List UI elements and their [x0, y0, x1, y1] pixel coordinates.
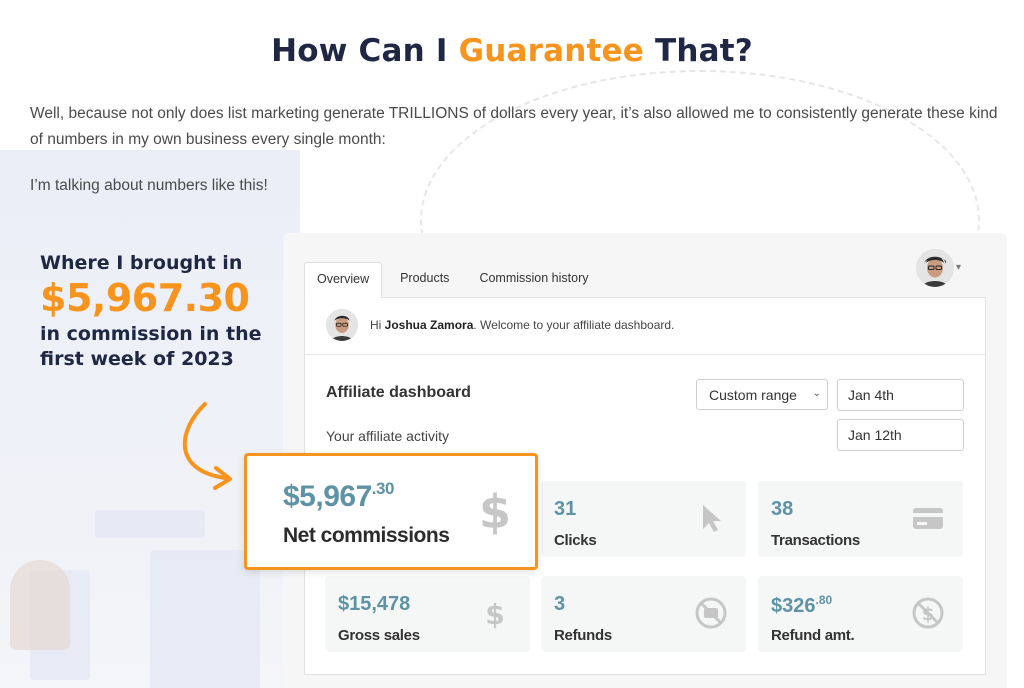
svg-text:$: $: [485, 598, 504, 630]
user-avatar[interactable]: [916, 249, 954, 287]
numbers-paragraph: I’m talking about numbers like this!: [30, 177, 268, 194]
refund-icon: [695, 597, 727, 629]
stat-label: Clicks: [554, 532, 597, 549]
stat-tile-transactions: 38 Transactions: [758, 481, 963, 557]
tab-products[interactable]: Products: [388, 262, 461, 298]
cursor-icon: [703, 505, 721, 532]
dashboard-tabs: Overview Products Commission history: [304, 262, 607, 298]
dashboard-title: Affiliate dashboard: [326, 384, 471, 401]
stat-tile-refund-amount: $326.80 Refund amt. $: [758, 576, 963, 652]
credit-card-icon: [913, 508, 943, 529]
tab-overview[interactable]: Overview: [304, 262, 383, 298]
net-commissions-card: $5,967.30 Net commissions $: [244, 453, 538, 570]
stat-value: $15,478: [338, 593, 411, 615]
stat-label: Gross sales: [338, 627, 420, 644]
stat-label: Refunds: [554, 627, 612, 644]
stat-value: 3: [554, 593, 566, 615]
user-name: Joshua Zamora: [384, 318, 474, 332]
page-headline: How Can I Guarantee That?: [271, 33, 753, 69]
stat-tile-gross-sales: $15,478 Gross sales $: [325, 576, 530, 652]
intro-paragraph: Well, because not only does list marketi…: [30, 105, 998, 148]
promo-lead: Where I brought in: [40, 252, 243, 274]
welcome-message: Hi Joshua Zamora. Welcome to your affili…: [370, 318, 675, 332]
curved-arrow-icon: [182, 402, 232, 490]
no-dollar-icon: $: [912, 597, 944, 629]
stat-label: Transactions: [771, 532, 860, 549]
promo-amount: $5,967.30: [40, 276, 250, 320]
dollar-icon: $: [479, 486, 511, 538]
chevron-down-icon: ⌄: [812, 388, 821, 399]
stat-value: $326.80: [771, 593, 833, 617]
background-person-figure: [10, 560, 70, 650]
stat-tile-clicks: 31 Clicks: [541, 481, 746, 557]
promo-callout: Where I brought in $5,967.30 in commissi…: [40, 252, 280, 372]
promo-tail: in commission in the first week of 2023: [40, 323, 262, 370]
stat-value: 31: [554, 498, 577, 520]
dashboard-subtitle: Your affiliate activity: [326, 428, 449, 444]
stat-tile-refunds: 3 Refunds: [541, 576, 746, 652]
welcome-avatar: [326, 309, 358, 341]
svg-text:$: $: [479, 486, 511, 538]
net-commissions-value: $5,967.30: [283, 479, 394, 513]
date-from-input[interactable]: Jan 4th: [837, 379, 964, 411]
dollar-icon: $: [485, 598, 504, 630]
net-commissions-label: Net commissions: [283, 524, 450, 547]
range-select[interactable]: Custom range ⌄: [696, 379, 828, 410]
stat-label: Refund amt.: [771, 627, 855, 644]
account-menu-chevron-icon[interactable]: ▾: [956, 262, 961, 273]
stat-value: 38: [771, 498, 794, 520]
tab-commission-history[interactable]: Commission history: [467, 262, 600, 298]
date-to-input[interactable]: Jan 12th: [837, 419, 964, 451]
